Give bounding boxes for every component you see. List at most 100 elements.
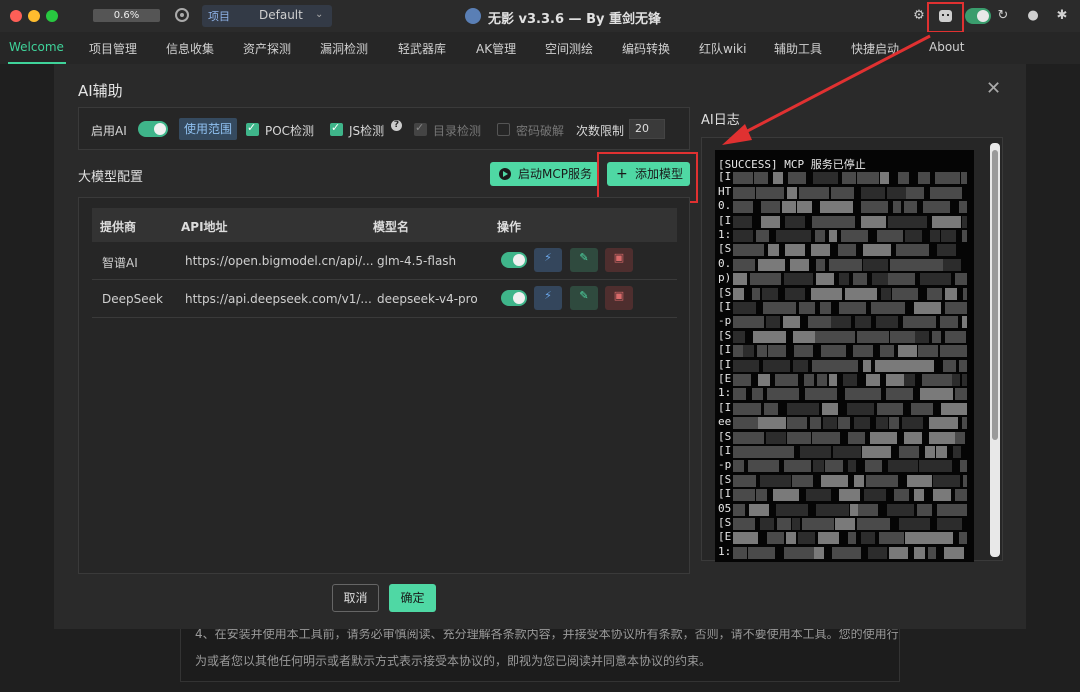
menu-item-quickstart[interactable]: 快捷启动 [851,40,899,57]
zoom-window-button[interactable] [46,10,58,22]
test-button[interactable]: ⚡ [534,286,562,310]
redaction-block [733,359,759,372]
log-line: [I [718,170,732,184]
test-button[interactable]: ⚡ [534,248,562,272]
redaction-block [760,474,791,487]
log-output: [SUCCESS] MCP 服务已停止 [I HT 0. [I 1: [S 0. p) [S [I -… [715,150,974,562]
menu-item-vuln[interactable]: 漏洞检测 [320,40,368,57]
add-model-button[interactable]: + 添加模型 [607,162,690,186]
dir-label: 目录检测 [433,124,482,138]
gear-icon[interactable]: ⚙ [911,8,927,24]
log-line: [I [718,343,732,357]
menu-item-encode[interactable]: 编码转换 [622,40,670,57]
redaction-block [933,489,951,502]
redaction-block [845,287,877,300]
redaction-block [905,532,929,545]
redaction-block [843,374,857,386]
delete-button[interactable]: ▣ [605,248,633,272]
redaction-block [863,244,891,257]
ai-settings-row: 启用AI 使用范围 POC检测 JS检测 ? 目录检测 密码破解 次数限制 20 [78,107,690,150]
menu-item-asset[interactable]: 资产探测 [243,40,291,57]
log-scrollbar-thumb[interactable] [992,150,998,440]
menu-item-project[interactable]: 项目管理 [89,40,137,57]
row-enable-switch[interactable] [501,290,527,306]
log-line: [S [718,472,732,486]
redaction-block [799,302,815,314]
redaction-block [786,532,796,545]
refresh-icon[interactable]: ↻ [995,8,1011,24]
bug-icon[interactable]: ✱ [1054,8,1070,24]
edit-button[interactable]: ✎ [570,286,598,310]
github-icon[interactable]: ● [1025,8,1041,24]
redaction-block [821,474,848,487]
close-window-button[interactable] [10,10,22,22]
redaction-block [868,546,887,559]
menu-item-welcome[interactable]: Welcome [9,40,64,54]
log-line: [S [718,328,732,342]
theme-toggle[interactable] [965,8,991,24]
target-icon[interactable] [175,8,189,22]
redaction-block [930,230,940,242]
redaction-block [928,316,936,329]
log-line: 05 [718,501,732,515]
log-line: 1: [718,228,732,241]
menu-item-ak[interactable]: AK管理 [476,40,516,57]
redaction-block [892,287,918,300]
help-icon[interactable]: ? [391,120,402,131]
row-enable-switch[interactable] [501,252,527,268]
dir-checkbox [414,121,427,136]
redaction-block [810,417,821,430]
project-select[interactable]: 项目 Default ⌄ [202,5,332,27]
redaction-block [767,532,784,545]
redaction-block [787,417,807,430]
redaction-block [761,215,780,228]
scope-button[interactable]: 使用范围 [179,118,237,140]
redaction-block [733,460,744,473]
redaction-block [752,287,760,300]
redaction-block [733,302,756,314]
menu-item-info[interactable]: 信息收集 [166,40,214,57]
redaction-block [937,503,957,516]
redaction-block [816,258,825,271]
table-row: DeepSeek https://api.deepseek.com/v1/...… [92,280,677,318]
model-section-title: 大模型配置 [78,170,144,185]
redaction-block [894,489,909,502]
redaction-block [899,518,930,530]
redaction-block [865,460,882,473]
log-line: p) [718,271,732,285]
limit-label: 次数限制 [576,124,625,138]
redaction-block [806,489,831,502]
redaction-block [855,316,871,329]
app-logo [465,8,481,24]
edit-icon: ✎ [579,251,589,264]
enable-ai-switch[interactable] [138,121,168,137]
redaction-block [902,417,923,430]
menu-item-space[interactable]: 空间测绘 [545,40,593,57]
close-icon[interactable]: ✕ [986,78,1001,99]
model-table: 提供商 API地址 模型名 操作 智谱AI https://open.bigmo… [78,197,690,574]
minimize-window-button[interactable] [28,10,40,22]
menu-item-weapons[interactable]: 轻武器库 [398,40,446,57]
menu-item-wiki[interactable]: 红队wiki [699,40,746,57]
redaction-block [961,172,967,185]
delete-button[interactable]: ▣ [605,286,633,310]
log-panel: [SUCCESS] MCP 服务已停止 [I HT 0. [I 1: [S 0. p) [S [I -… [701,137,1003,562]
menu-item-about[interactable]: About [929,40,964,54]
redaction-block [790,258,809,271]
menu-item-tools[interactable]: 辅助工具 [774,40,822,57]
confirm-button[interactable]: 确定 [389,584,436,612]
start-mcp-button[interactable]: 启动MCP服务 [490,162,599,186]
limit-input[interactable]: 20 [629,119,665,139]
redaction-block [854,474,864,487]
cancel-button[interactable]: 取消 [332,584,379,612]
redaction-block [841,230,868,242]
poc-checkbox[interactable] [246,121,259,136]
log-line: [I [718,300,732,313]
redaction-block [904,201,917,214]
redaction-block [792,474,813,487]
edit-button[interactable]: ✎ [570,248,598,272]
js-checkbox[interactable] [330,121,343,136]
redaction-block [898,172,909,185]
redaction-block [888,460,918,473]
ai-assistant-highlight[interactable] [927,2,964,33]
